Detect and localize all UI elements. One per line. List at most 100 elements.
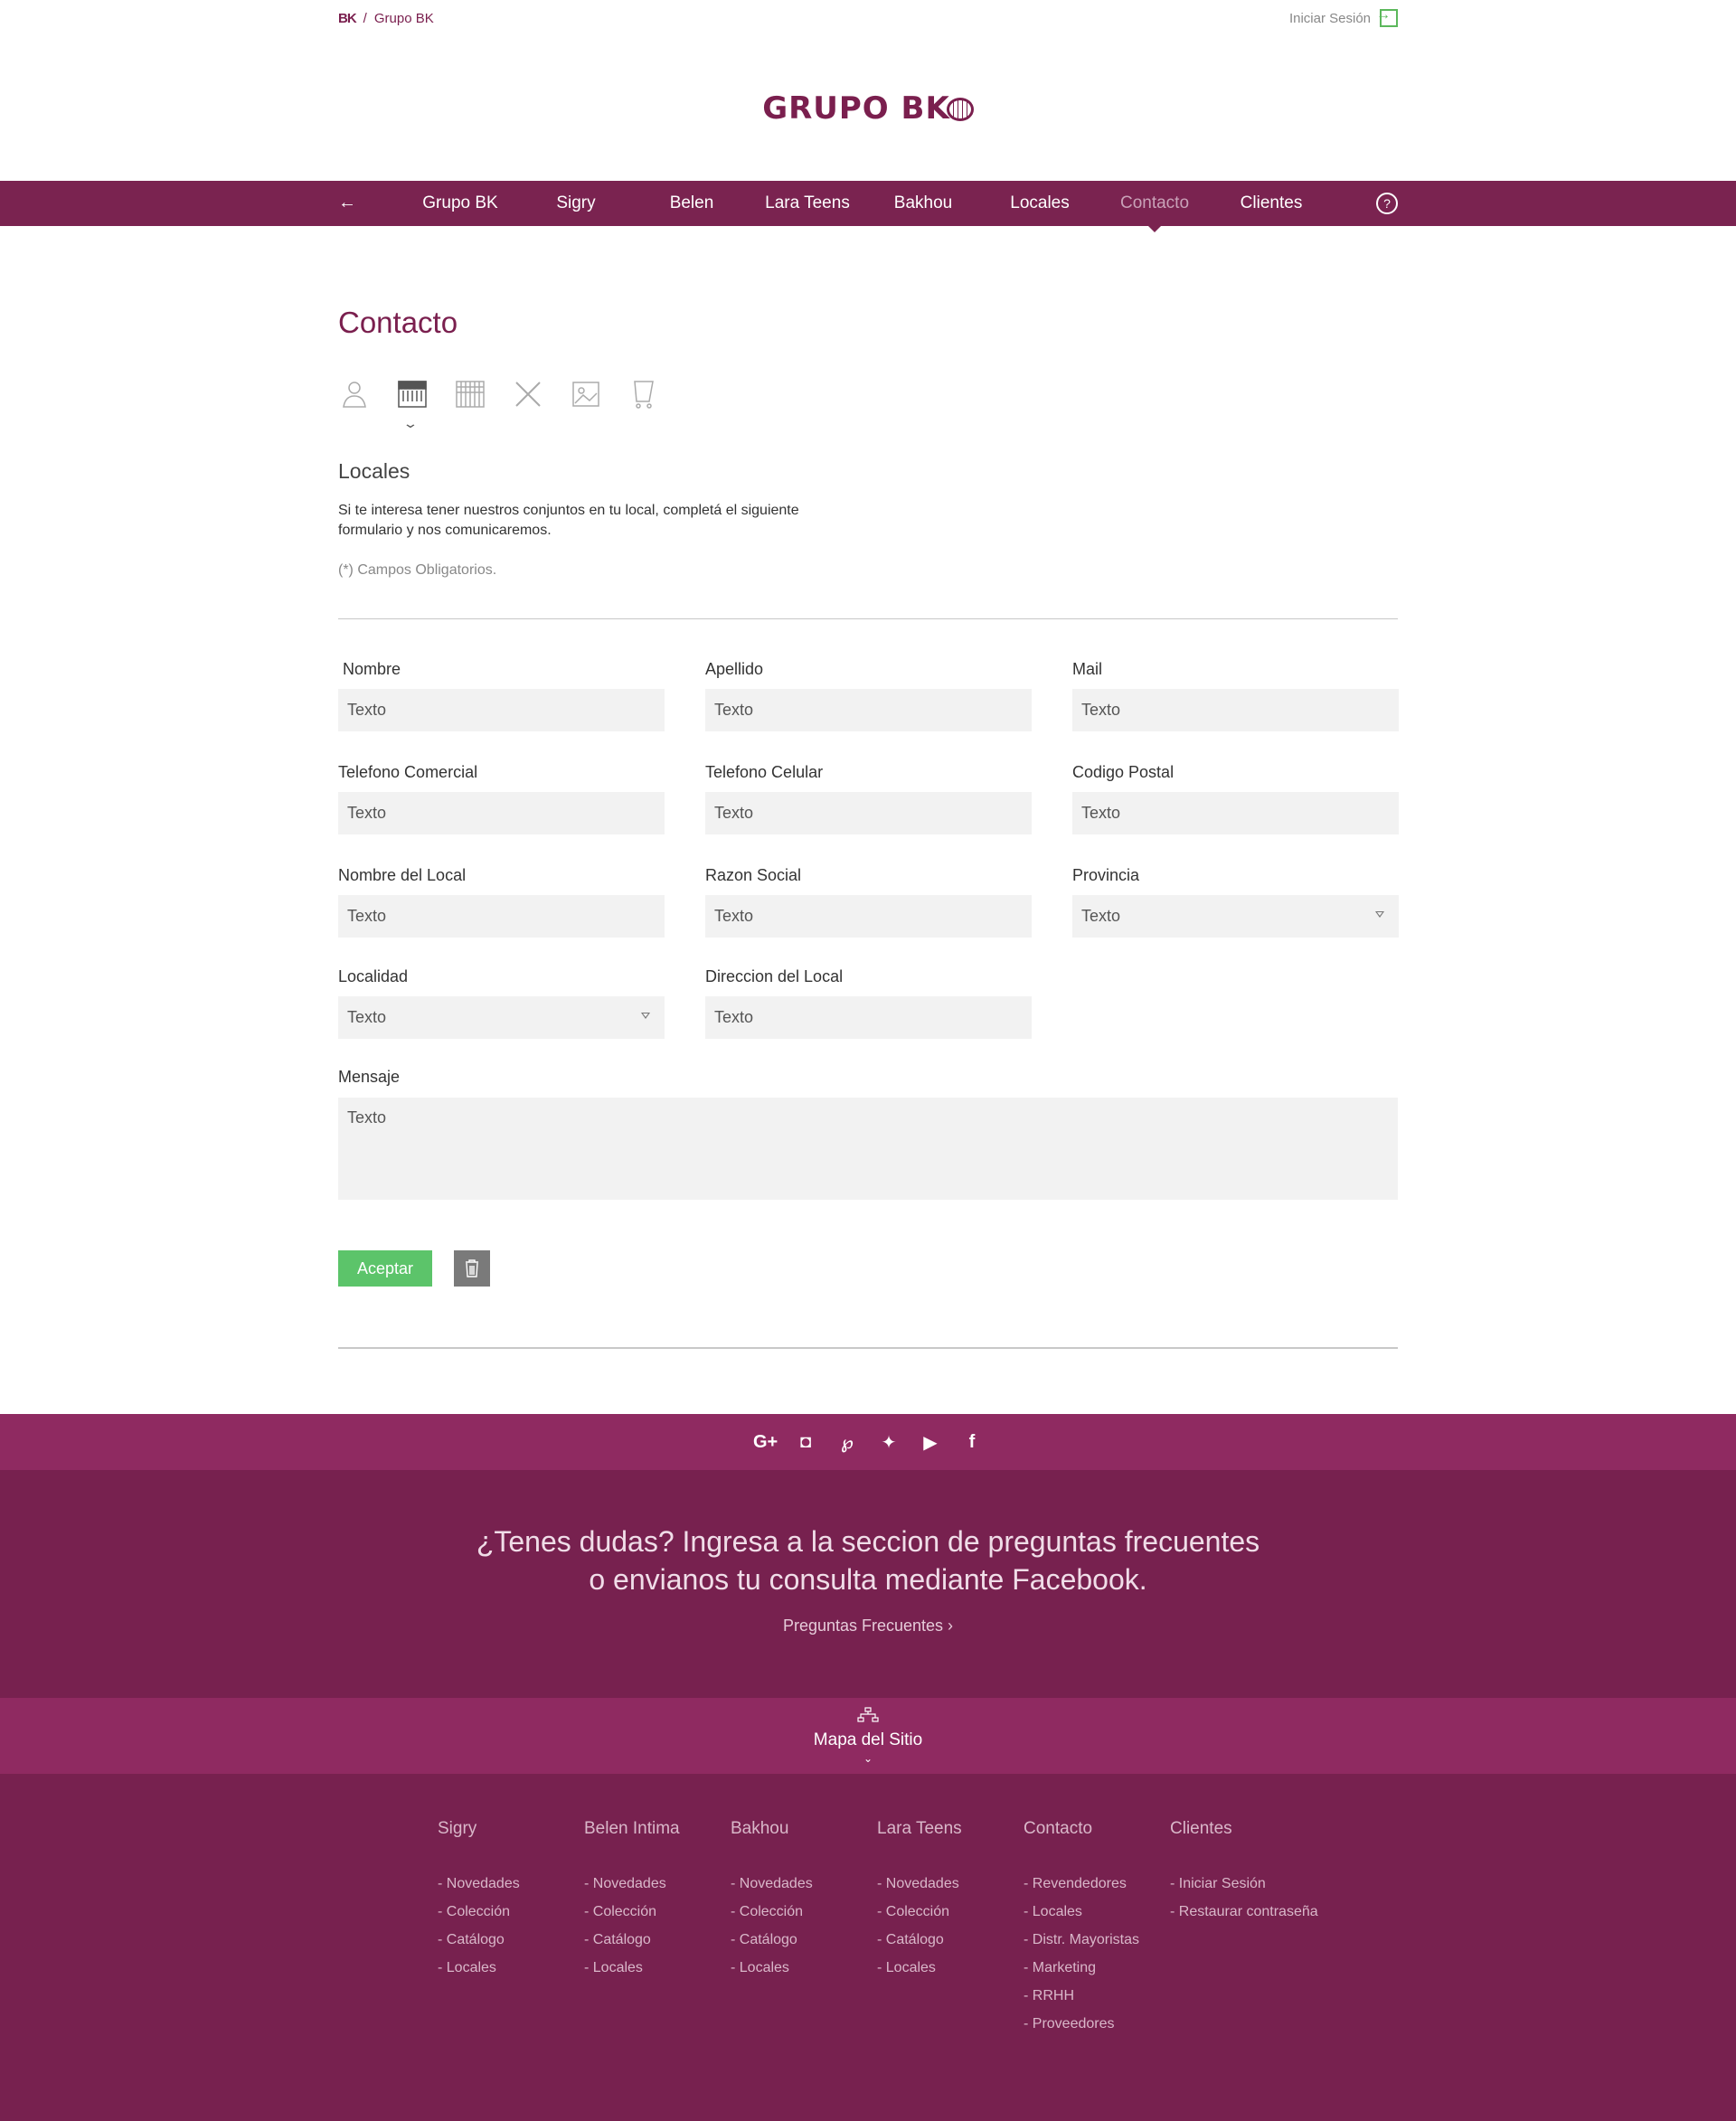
top-bar: BK / Grupo BK Iniciar Sesión [0,0,1736,38]
list-item[interactable]: - Locales [584,1954,680,1982]
apellido-field[interactable]: Texto [705,689,1032,731]
back-arrow-icon[interactable]: ← [338,193,356,213]
mail-field[interactable]: Texto [1072,689,1399,731]
list-item[interactable]: - Locales [877,1954,962,1982]
chevron-down-icon: ⌄ [863,1752,873,1765]
nombre-field[interactable]: Texto [338,689,665,731]
list-item[interactable]: - Distr. Mayoristas [1024,1926,1139,1954]
direccion-local-label: Direccion del Local [705,967,844,985]
list-item[interactable]: - Novedades [438,1870,520,1898]
sitemap-label: Mapa del Sitio [813,1730,923,1749]
nav-item-belen[interactable]: Belen [637,193,746,213]
login-link[interactable]: Iniciar Sesión [1288,7,1398,27]
list-item[interactable]: - RRHH [1024,1982,1139,2010]
pencil-ruler-icon[interactable] [512,378,544,410]
section-title: Locales [338,459,410,483]
breadcrumb-current[interactable]: Grupo BK [374,11,434,26]
google-plus-icon[interactable]: G+ [753,1432,778,1453]
picture-icon[interactable] [570,378,602,410]
list-item[interactable]: - Novedades [731,1870,813,1898]
list-item[interactable]: - Novedades [584,1870,680,1898]
nav-item-sigry[interactable]: Sigry [522,193,630,213]
column-title[interactable]: Belen Intima [584,1819,680,1839]
main-nav: ← Grupo BK Sigry Belen Lara Teens Bakhou… [0,181,1736,232]
active-nav-caret [1146,223,1164,232]
facebook-icon[interactable]: f [961,1432,983,1453]
provincia-select[interactable]: Texto [1072,895,1399,938]
list-item[interactable]: - Revendedores [1024,1870,1139,1898]
clear-button[interactable] [454,1250,490,1287]
mail-label: Mail [1072,660,1103,678]
provincia-value: Texto [1081,907,1121,925]
nav-item-lara-teens[interactable]: Lara Teens [753,193,862,213]
required-note: (*) Campos Obligatorios. [338,562,497,578]
section-description: Si te interesa tener nuestros conjuntos … [338,503,799,538]
sitemap-column-contacto: Contacto - Revendedores - Locales - Dist… [1024,1819,1139,2038]
twitter-icon[interactable]: ✦ [878,1431,900,1454]
column-title[interactable]: Lara Teens [877,1819,962,1839]
column-title[interactable]: Clientes [1170,1819,1318,1839]
localidad-select[interactable]: Texto [338,996,665,1039]
razon-social-field[interactable]: Texto [705,895,1032,938]
list-item[interactable]: - Novedades [877,1870,962,1898]
pinterest-icon[interactable]: ℘ [836,1431,858,1454]
list-item[interactable]: - Catálogo [731,1926,813,1954]
logo-text: GRUPO BK [762,90,950,127]
faq-link[interactable]: Preguntas Frecuentes › [0,1617,1736,1636]
nav-item-grupo-bk[interactable]: Grupo BK [406,193,514,213]
page-title: Contacto [338,306,458,339]
telefono-comercial-field[interactable]: Texto [338,792,665,834]
nav-item-clientes[interactable]: Clientes [1217,193,1326,213]
mensaje-textarea[interactable]: Texto [338,1098,1398,1200]
column-title[interactable]: Contacto [1024,1819,1139,1839]
faq-line-2: o envianos tu consulta mediante Facebook… [589,1563,1147,1596]
login-label: Iniciar Sesión [1288,10,1371,26]
nav-item-bakhou[interactable]: Bakhou [869,193,977,213]
list-item[interactable]: - Iniciar Sesión [1170,1870,1318,1898]
youtube-icon[interactable]: ▶ [920,1431,941,1454]
contact-category-icons [338,378,660,410]
list-item[interactable]: - Colección [438,1898,520,1926]
nombre-local-field[interactable]: Texto [338,895,665,938]
bk-mini-logo[interactable]: BK [338,11,357,26]
list-item[interactable]: - Proveedores [1024,2010,1139,2038]
list-item[interactable]: - Locales [438,1954,520,1982]
codigo-postal-field[interactable]: Texto [1072,792,1399,834]
grupo-bk-logo[interactable]: GRUPO BK [0,90,1736,127]
direccion-local-field[interactable]: Texto [705,996,1032,1039]
column-title[interactable]: Sigry [438,1819,520,1839]
nav-item-locales[interactable]: Locales [986,193,1094,213]
dropdown-arrow-icon [1375,911,1384,918]
chevron-down-icon: ⌄ [402,416,419,430]
sitemap-column-belen: Belen Intima - Novedades - Colección - C… [584,1819,680,1982]
faq-line-1: ¿Tenes dudas? Ingresa a la seccion de pr… [476,1525,1260,1558]
list-item[interactable]: - Locales [1024,1898,1139,1926]
column-title[interactable]: Bakhou [731,1819,813,1839]
list-item[interactable]: - Colección [877,1898,962,1926]
list-item[interactable]: - Colección [731,1898,813,1926]
warehouse-icon[interactable] [454,378,486,410]
list-item[interactable]: - Catálogo [877,1926,962,1954]
razon-social-label: Razon Social [705,866,802,884]
sitemap-toggle[interactable]: Mapa del Sitio ⌄ [0,1698,1736,1774]
list-item[interactable]: - Colección [584,1898,680,1926]
divider [338,1347,1398,1349]
nav-item-contacto[interactable]: Contacto [1100,193,1209,213]
list-item[interactable]: - Marketing [1024,1954,1139,1982]
localidad-label: Localidad [338,967,409,985]
sitemap-column-bakhou: Bakhou - Novedades - Colección - Catálog… [731,1819,813,1982]
trash-icon [466,1259,478,1277]
instagram-icon[interactable]: ◘ [795,1432,816,1453]
person-icon[interactable] [338,378,371,410]
telefono-celular-field[interactable]: Texto [705,792,1032,834]
nombre-local-label: Nombre del Local [338,866,467,884]
cart-icon[interactable] [627,378,660,410]
list-item[interactable]: - Catálogo [438,1926,520,1954]
list-item[interactable]: - Catálogo [584,1926,680,1954]
accept-button[interactable]: Aceptar [338,1250,432,1287]
help-icon[interactable]: ? [1376,193,1398,214]
storefront-icon[interactable] [396,378,429,410]
list-item[interactable]: - Locales [731,1954,813,1982]
list-item[interactable]: - Restaurar contraseña [1170,1898,1318,1926]
breadcrumb-separator: / [363,11,367,26]
